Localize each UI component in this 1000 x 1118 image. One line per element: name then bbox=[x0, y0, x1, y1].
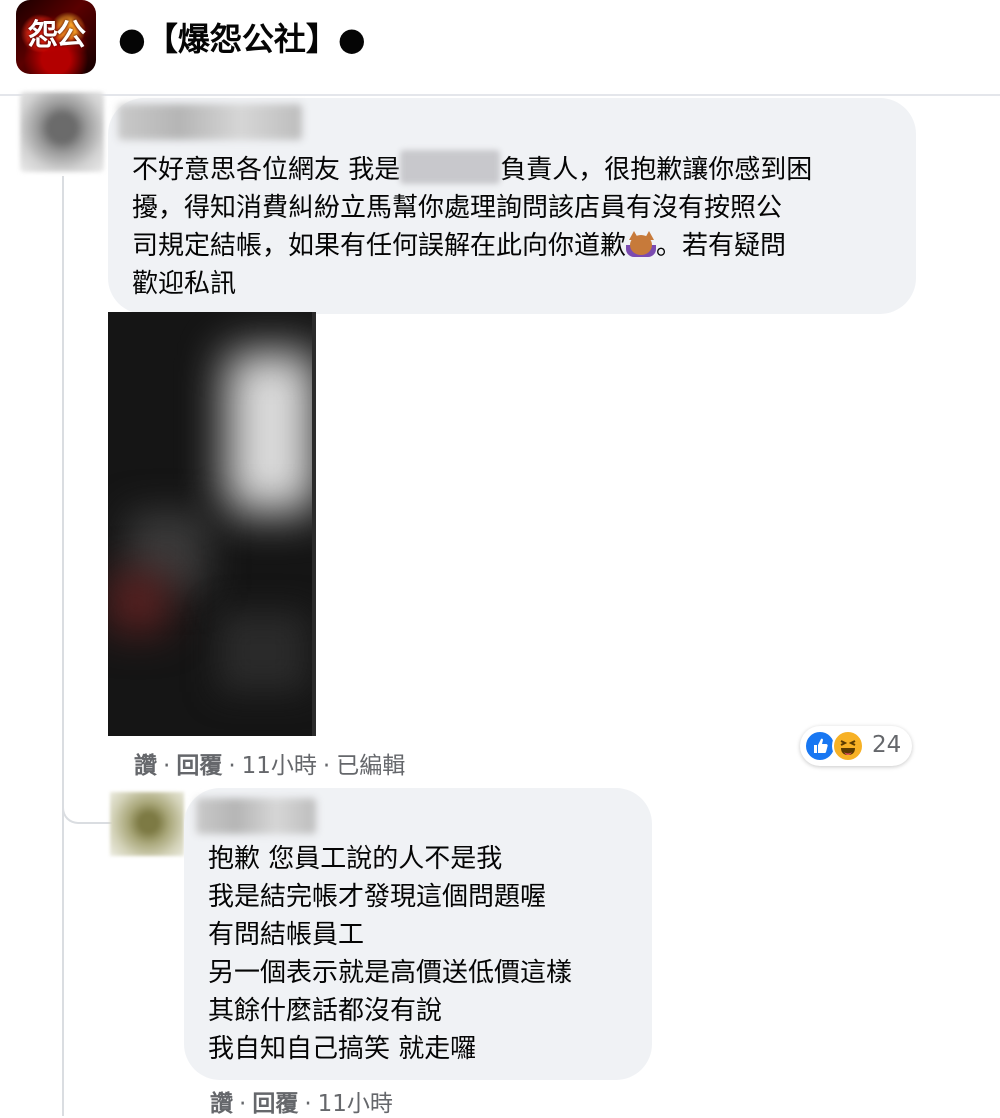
fox-emoji-icon bbox=[626, 231, 657, 257]
comment-line: 司規定結帳，如果有任何誤解在此向你道歉 。若有疑問 bbox=[132, 231, 787, 261]
comment-attached-image[interactable] bbox=[108, 312, 316, 736]
reply-bubble: 抱歉 您員工說的人不是我 我是結完帳才發現這個問題喔 有問結帳員工 另一個表示就… bbox=[184, 788, 652, 1080]
reply-text: 抱歉 您員工說的人不是我 我是結完帳才發現這個問題喔 有問結帳員工 另一個表示就… bbox=[208, 840, 648, 1068]
thread-line bbox=[62, 176, 64, 1116]
group-avatar-logo-text: 怨公 bbox=[28, 18, 86, 53]
reply-button[interactable]: 回覆 bbox=[176, 753, 222, 779]
commenter-name-blurred[interactable] bbox=[118, 104, 302, 140]
comment-line: 擾，得知消費糾紛立馬幫你處理詢問該店員有沒有按照公 bbox=[132, 193, 783, 223]
reply-line: 我是結完帳才發現這個問題喔 bbox=[208, 882, 547, 912]
reply-line: 另一個表示就是高價送低價這樣 bbox=[208, 958, 573, 988]
comment-bubble: 不好意思各位網友 我是 負責人，很抱歉讓你感到困 擾，得知消費糾紛立馬幫你處理詢問… bbox=[108, 98, 916, 314]
replier-name-blurred[interactable] bbox=[196, 798, 316, 834]
header-divider bbox=[0, 94, 1000, 96]
like-button[interactable]: 讚 bbox=[134, 753, 157, 779]
timestamp[interactable]: 11小時 bbox=[242, 753, 317, 779]
reply-line: 抱歉 您員工說的人不是我 bbox=[208, 844, 503, 874]
comment-line: 不好意思各位網友 我是 負責人，很抱歉讓你感到困 bbox=[132, 150, 902, 189]
reply-connector bbox=[62, 770, 112, 824]
like-button[interactable]: 讚 bbox=[210, 1091, 233, 1117]
edited-label[interactable]: 已編輯 bbox=[336, 753, 405, 779]
comment-actions: 讚 · 回覆 · 11小時 · 已編輯 bbox=[134, 753, 406, 779]
reaction-summary[interactable]: 24 bbox=[800, 726, 912, 766]
reply-line: 我自知自己搞笑 就走囉 bbox=[208, 1034, 477, 1064]
reply-line: 有問結帳員工 bbox=[208, 920, 365, 950]
redacted-store-name bbox=[400, 150, 501, 184]
reply-button[interactable]: 回覆 bbox=[252, 1091, 298, 1117]
comment-text: 不好意思各位網友 我是 負責人，很抱歉讓你感到困 擾，得知消費糾紛立馬幫你處理詢問… bbox=[132, 150, 902, 303]
reaction-count: 24 bbox=[872, 732, 902, 758]
reply-line: 其餘什麼話都沒有說 bbox=[208, 996, 443, 1026]
group-title[interactable]: ●【爆怨公社】● bbox=[118, 14, 366, 60]
reply-actions: 讚 · 回覆 · 11小時 bbox=[210, 1091, 393, 1117]
timestamp[interactable]: 11小時 bbox=[318, 1091, 393, 1117]
haha-icon bbox=[832, 730, 864, 762]
group-avatar[interactable]: 怨公 bbox=[16, 0, 96, 74]
replier-avatar[interactable] bbox=[110, 792, 184, 856]
comment-line: 歡迎私訊 bbox=[132, 269, 237, 299]
commenter-avatar[interactable] bbox=[20, 92, 104, 172]
